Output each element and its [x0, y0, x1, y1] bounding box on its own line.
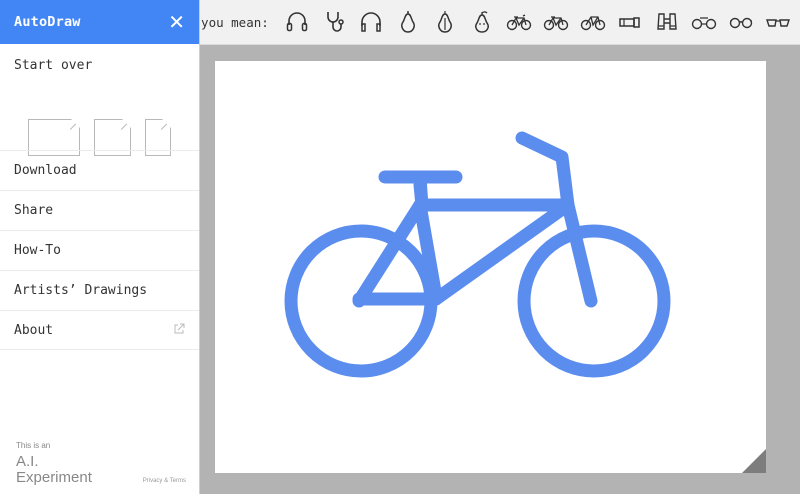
canvas-size-options — [0, 72, 199, 156]
bicycle-icon[interactable] — [686, 4, 723, 40]
menu-item-download[interactable]: Download — [0, 150, 199, 190]
stethoscope-icon[interactable] — [316, 4, 353, 40]
sidebar-header: AutoDraw ✕ — [0, 0, 199, 44]
glasses-icon[interactable] — [760, 4, 797, 40]
flashlight-icon[interactable] — [612, 4, 649, 40]
headphones-icon[interactable] — [279, 4, 316, 40]
suggestion-bar: o you mean: — [200, 0, 800, 45]
menu-item-about[interactable]: About — [0, 310, 199, 350]
sidebar: AutoDraw ✕ Start over Download Share How… — [0, 0, 200, 494]
close-icon[interactable]: ✕ — [168, 12, 185, 32]
drawing-canvas[interactable] — [215, 61, 766, 473]
pear-icon[interactable] — [390, 4, 427, 40]
menu-item-how-to[interactable]: How-To — [0, 230, 199, 270]
bicycle-drawing[interactable] — [215, 61, 766, 473]
bicycle-icon[interactable] — [575, 4, 612, 40]
sidebar-menu: Download Share How-To Artists’ Drawings … — [0, 150, 199, 350]
pear-icon[interactable] — [427, 4, 464, 40]
privacy-terms-link[interactable]: Privacy & Terms — [143, 478, 186, 484]
menu-item-label: Artists’ Drawings — [14, 283, 148, 298]
this-is-label: This is an — [16, 441, 51, 450]
start-over-label[interactable]: Start over — [0, 44, 199, 73]
ai-label: A.I. — [16, 453, 39, 470]
app-title: AutoDraw — [14, 14, 81, 30]
menu-item-label: How-To — [14, 243, 61, 258]
bicycle-icon[interactable] — [501, 4, 538, 40]
menu-item-label: Download — [14, 163, 77, 178]
canvas-area[interactable] — [200, 45, 800, 494]
suggestion-label: o you mean: — [200, 14, 269, 30]
page-fold — [742, 449, 766, 473]
menu-item-share[interactable]: Share — [0, 190, 199, 230]
pear-icon[interactable] — [464, 4, 501, 40]
menu-item-artists-drawings[interactable]: Artists’ Drawings — [0, 270, 199, 310]
binoculars-icon[interactable] — [649, 4, 686, 40]
footer: This is an A.I. Experiment Privacy & Ter… — [16, 441, 186, 486]
headphones-icon[interactable] — [353, 4, 390, 40]
menu-item-label: Share — [14, 203, 54, 218]
menu-item-label: About — [14, 322, 54, 338]
bicycle-icon[interactable] — [538, 4, 575, 40]
external-link-icon — [173, 323, 185, 338]
glasses-icon[interactable] — [723, 4, 760, 40]
